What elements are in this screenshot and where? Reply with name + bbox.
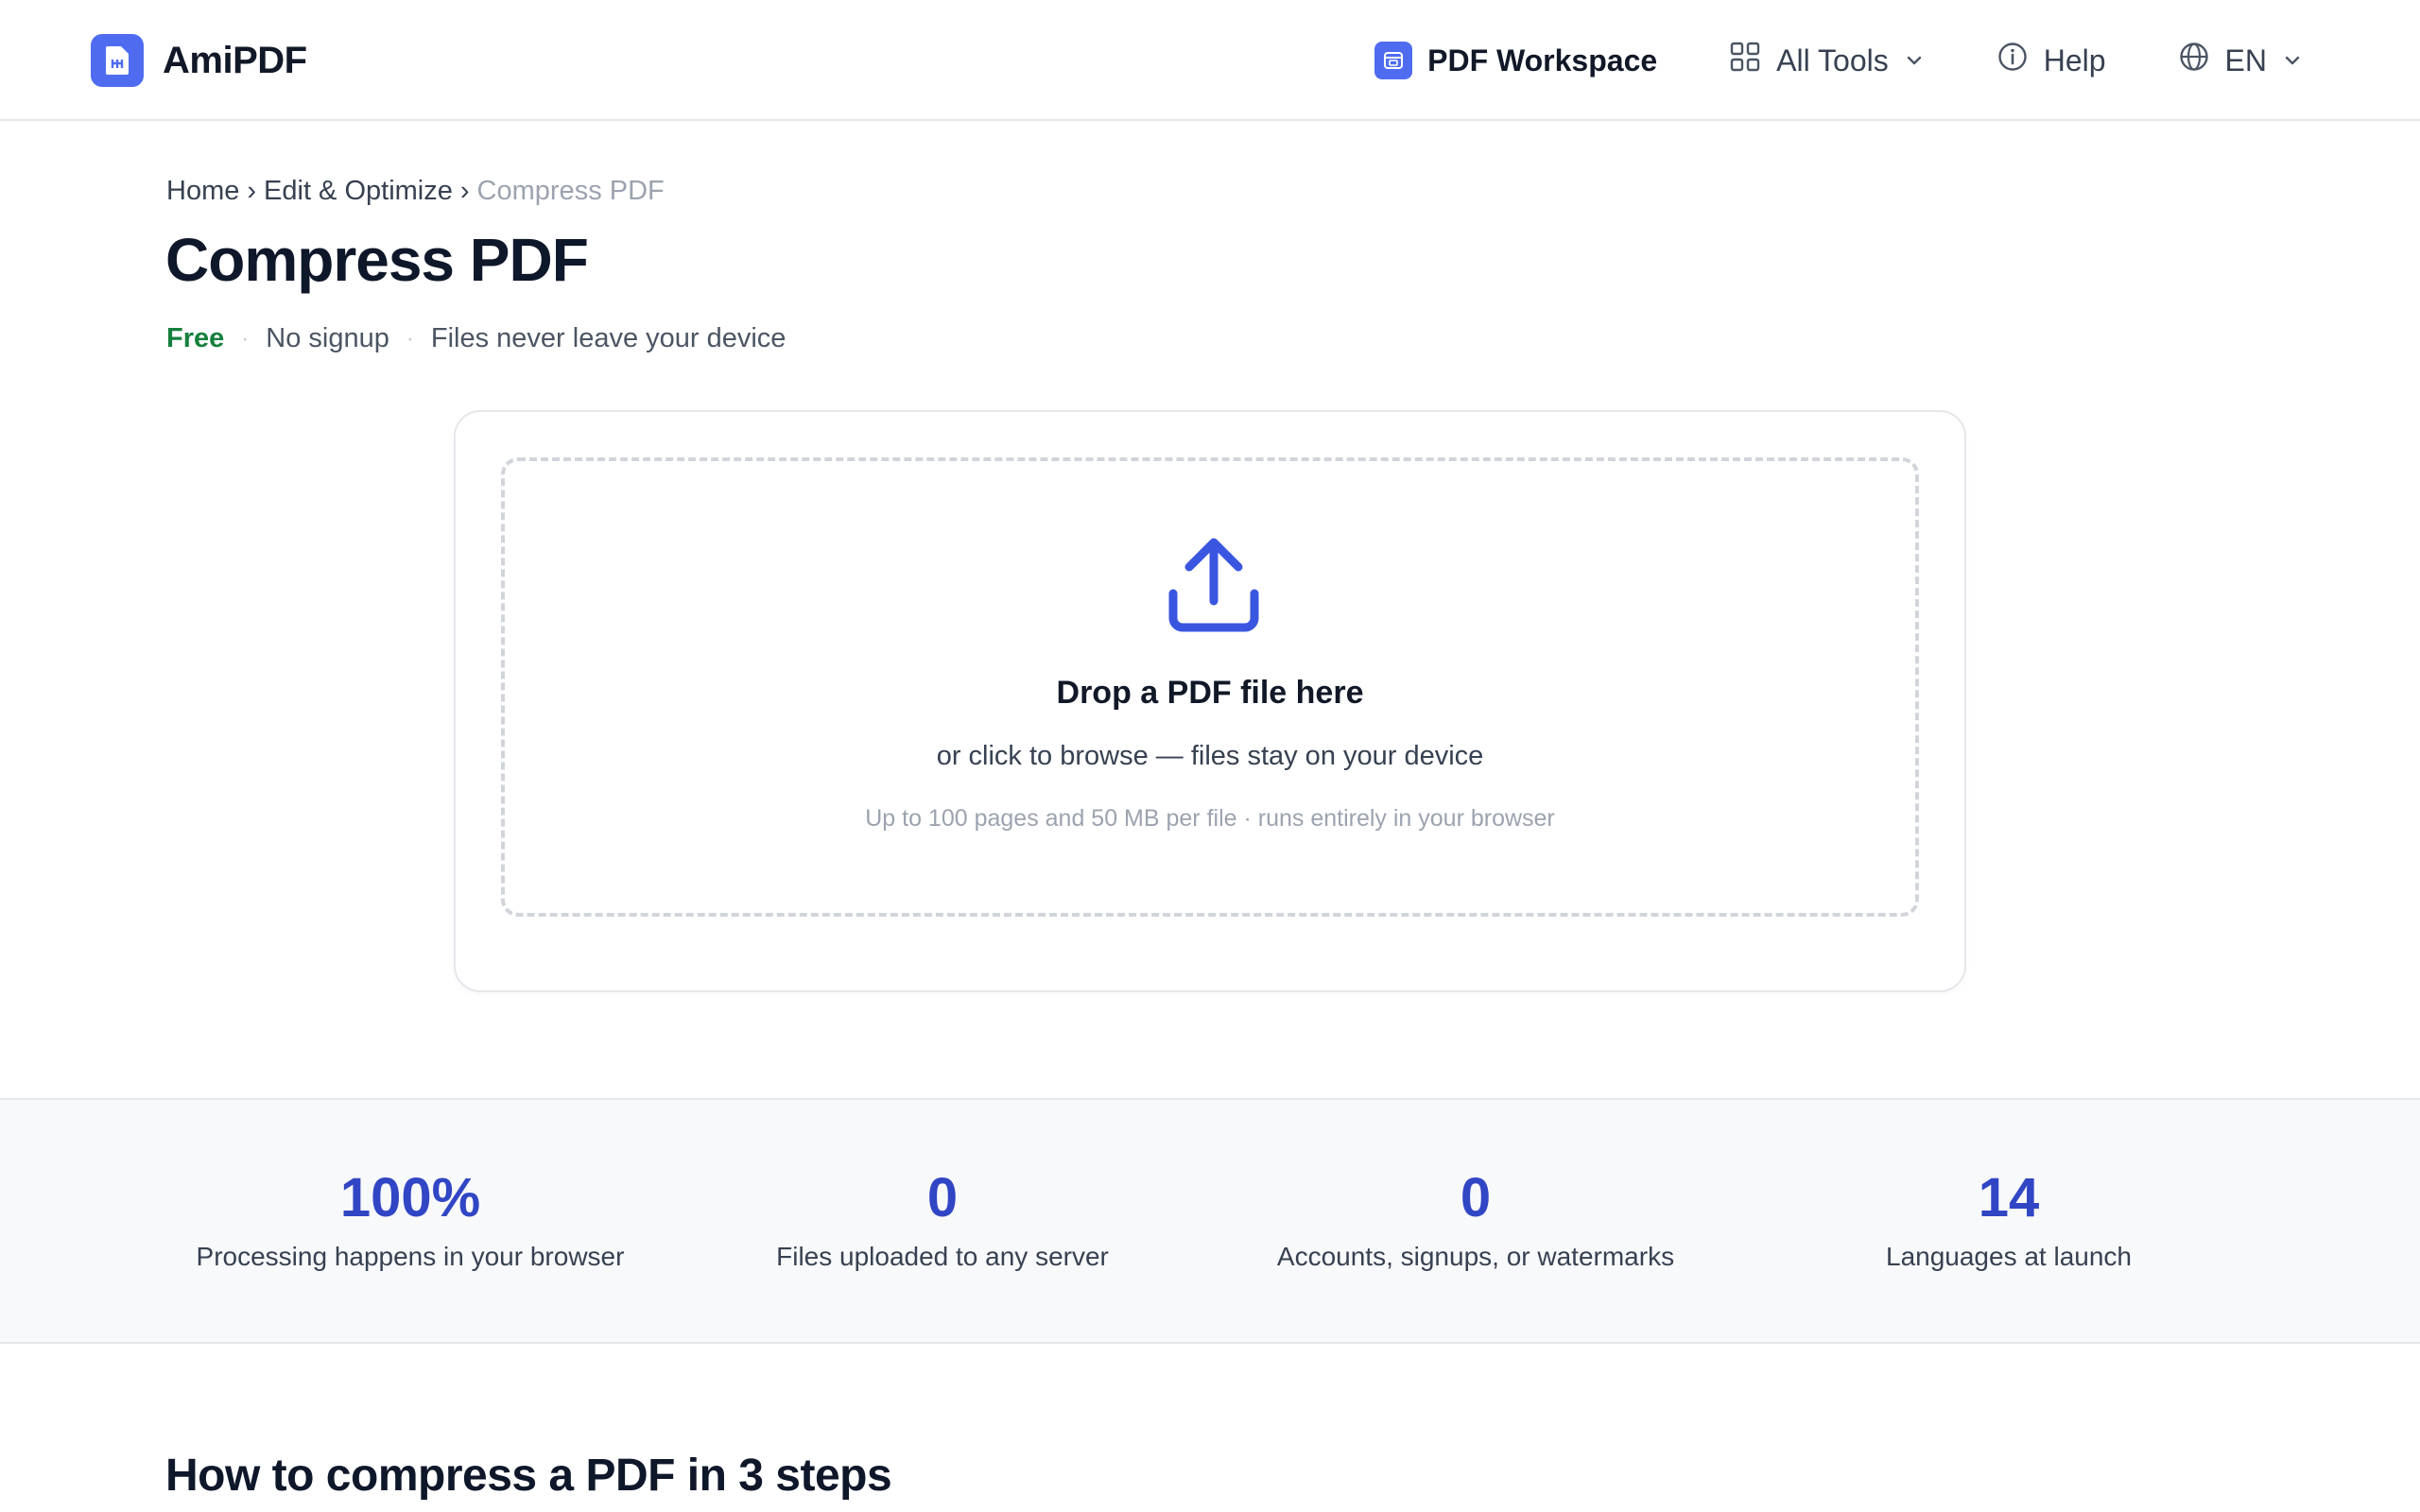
info-icon xyxy=(1996,41,2029,80)
free-badge: Free xyxy=(166,323,225,353)
breadcrumb-current: Compress PDF xyxy=(476,176,665,206)
stat-value: 14 xyxy=(1978,1167,2040,1228)
tagline-separator: · xyxy=(406,325,414,352)
breadcrumb-separator: › xyxy=(247,176,257,206)
tagline-separator: · xyxy=(241,325,250,352)
nav-pdf-workspace[interactable]: PDF Workspace xyxy=(1374,42,1657,79)
grid-icon xyxy=(1729,41,1761,80)
stat-value: 100% xyxy=(339,1167,481,1228)
stat-label: Accounts, signups, or watermarks xyxy=(1276,1242,1675,1271)
howto-section-title: How to compress a PDF in 3 steps xyxy=(165,1451,892,1501)
upload-card: Drop a PDF file here or click to browse … xyxy=(454,410,1966,992)
top-header: AmiPDF PDF Workspace All Tools Help EN xyxy=(0,0,2420,121)
stat-value: 0 xyxy=(1460,1167,1492,1228)
privacy-text: Files never leave your device xyxy=(430,323,786,353)
language-label: EN xyxy=(2224,43,2267,77)
upload-icon xyxy=(1167,537,1261,635)
nav-workspace-label: PDF Workspace xyxy=(1427,43,1658,77)
breadcrumb-separator: › xyxy=(459,176,470,206)
stat-label: Processing happens in your browser xyxy=(196,1242,625,1271)
breadcrumb: Home › Edit & Optimize › Compress PDF xyxy=(166,176,665,207)
logo-icon xyxy=(91,34,144,87)
globe-icon xyxy=(2178,41,2210,80)
stats-band: 100% Processing happens in your browser … xyxy=(0,1098,2420,1344)
brand-logo[interactable]: AmiPDF xyxy=(91,34,307,87)
nav-tools-label: All Tools xyxy=(1776,43,1889,77)
language-selector[interactable]: EN xyxy=(2178,41,2303,80)
dropzone-title: Drop a PDF file here xyxy=(1056,675,1364,711)
dropzone-limits-note: Up to 100 pages and 50 MB per file · run… xyxy=(865,805,1555,832)
tagline: Free · No signup · Files never leave you… xyxy=(166,323,786,354)
page-title: Compress PDF xyxy=(165,226,589,294)
nav-help-label: Help xyxy=(2043,43,2106,77)
breadcrumb-home[interactable]: Home xyxy=(166,176,239,207)
breadcrumb-edit-optimize[interactable]: Edit & Optimize xyxy=(264,176,453,207)
workspace-icon xyxy=(1374,42,1413,79)
chevron-down-icon xyxy=(1904,43,1925,78)
chevron-down-icon xyxy=(2282,43,2303,78)
dropzone-subtitle: or click to browse — files stay on your … xyxy=(936,741,1484,771)
no-signup-text: No signup xyxy=(266,323,389,353)
stat-label: Languages at launch xyxy=(1886,1242,2132,1271)
main-nav: PDF Workspace All Tools Help EN xyxy=(1374,38,2303,83)
nav-all-tools[interactable]: All Tools xyxy=(1729,41,1925,80)
brand-name: AmiPDF xyxy=(163,39,307,81)
pdf-dropzone[interactable]: Drop a PDF file here or click to browse … xyxy=(501,457,1919,917)
stat-value: 0 xyxy=(926,1167,959,1228)
stat-label: Files uploaded to any server xyxy=(776,1242,1109,1271)
nav-help[interactable]: Help xyxy=(1996,41,2106,80)
